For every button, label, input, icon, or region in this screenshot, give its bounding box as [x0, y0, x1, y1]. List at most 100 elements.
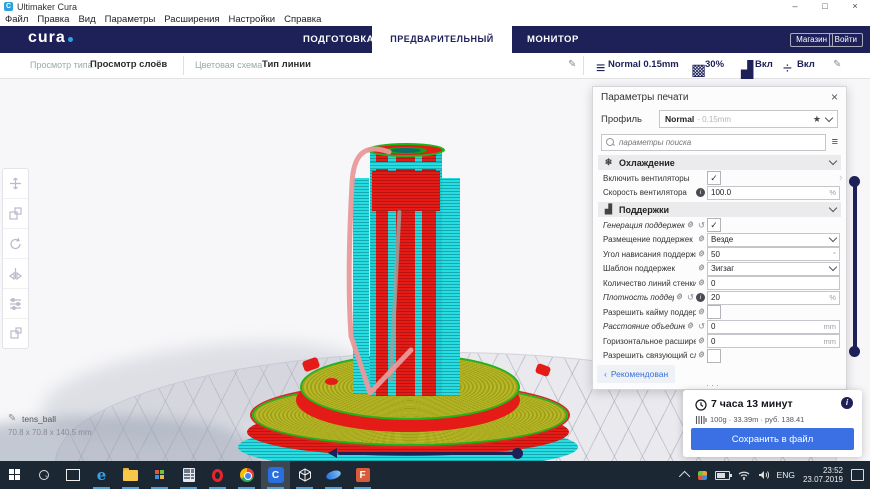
link-icon[interactable]	[685, 321, 696, 332]
layer-slider[interactable]	[853, 180, 857, 352]
menu-parameters[interactable]: Параметры	[105, 14, 156, 25]
section-support[interactable]: ▟ Поддержки	[598, 202, 841, 217]
start-button[interactable]	[0, 461, 29, 489]
value-input[interactable]: 20 %	[707, 290, 840, 305]
value-input[interactable]: 50 °	[707, 247, 840, 262]
info-icon[interactable]: i	[696, 188, 705, 198]
summary-adhesion[interactable]: Вкл	[797, 59, 815, 70]
taskbar-cura[interactable]: C	[261, 461, 290, 489]
view-type-select[interactable]: Просмотр слоёв	[90, 59, 167, 70]
taskbar-clock[interactable]: 23:52 23.07.2019	[803, 466, 843, 484]
taskbar-calculator[interactable]	[174, 461, 203, 489]
path-slider-handle[interactable]	[512, 448, 523, 459]
link-icon[interactable]	[696, 350, 707, 361]
summary-profile[interactable]: Normal 0.15mm	[608, 59, 679, 70]
profile-select[interactable]: Normal - 0.15mm ★	[659, 110, 838, 128]
checkbox-unchecked[interactable]	[707, 305, 721, 320]
tray-expand-chevron-icon[interactable]	[678, 470, 690, 483]
link-icon[interactable]	[696, 263, 707, 274]
view-type-collapse-icon[interactable]: ‹	[162, 59, 165, 70]
tab-monitor[interactable]: МОНИТОР	[527, 26, 579, 53]
recommended-mode-button[interactable]: ‹ Рекомендован	[597, 365, 676, 383]
undo-icon[interactable]: ↺	[685, 292, 696, 303]
value-input[interactable]: 0	[707, 276, 840, 291]
section-cooling[interactable]: ❄ Охлаждение	[598, 155, 841, 170]
panel-close-icon[interactable]: ×	[831, 90, 838, 104]
tool-per-model-settings-button[interactable]	[3, 289, 28, 319]
value-input[interactable]: 0 mm	[707, 319, 840, 334]
search-input[interactable]	[617, 136, 821, 148]
tool-support-blocker-button[interactable]	[3, 319, 28, 348]
task-view-button[interactable]	[58, 461, 87, 489]
tray-app-icon[interactable]	[697, 470, 707, 480]
battery-icon[interactable]	[714, 470, 732, 480]
star-icon[interactable]: ★	[813, 114, 821, 125]
taskbar-edge[interactable]: e	[87, 461, 116, 489]
checkbox-unchecked[interactable]	[707, 348, 721, 363]
menu-edit[interactable]: Правка	[37, 14, 69, 25]
panel-resize-dots-icon[interactable]: ···	[706, 380, 721, 390]
volume-icon[interactable]	[758, 470, 769, 480]
language-indicator[interactable]: ENG	[777, 470, 795, 480]
dropdown[interactable]: Везде	[707, 232, 840, 247]
taskbar-search-button[interactable]	[29, 461, 58, 489]
taskbar-file-explorer[interactable]	[116, 461, 145, 489]
tool-move-button[interactable]	[3, 169, 28, 199]
summary-infill[interactable]: 30%	[705, 59, 724, 70]
menu-extensions[interactable]: Расширения	[164, 14, 219, 25]
layer-slider-chevron-icon[interactable]: ›	[839, 172, 843, 184]
info-icon[interactable]: i	[841, 397, 853, 409]
settings-visibility-menu-icon[interactable]: ≡	[832, 136, 838, 148]
search-box[interactable]	[601, 133, 826, 151]
wifi-icon[interactable]	[738, 470, 750, 480]
menu-view[interactable]: Вид	[78, 14, 95, 25]
link-icon[interactable]	[696, 234, 707, 245]
taskbar-3d-viewer[interactable]	[290, 461, 319, 489]
taskbar-chrome[interactable]	[232, 461, 261, 489]
tab-prepare[interactable]: ПОДГОТОВКА	[303, 26, 374, 53]
tool-mirror-button[interactable]	[3, 259, 28, 289]
menu-preferences[interactable]: Настройки	[229, 14, 276, 25]
layer-slider-top-handle[interactable]	[849, 176, 860, 187]
value-input[interactable]: 100.0 %	[707, 185, 840, 200]
taskbar-paint3d[interactable]	[319, 461, 348, 489]
signin-button[interactable]: Войти	[828, 33, 863, 47]
tab-preview[interactable]: ПРЕДВАРИТЕЛЬНЫЙ ПРОСМОТР	[372, 26, 512, 71]
save-to-file-button[interactable]: Сохранить в файл	[691, 428, 854, 450]
undo-icon[interactable]: ↺	[696, 220, 707, 231]
link-icon[interactable]	[696, 278, 707, 289]
marketplace-button[interactable]: Магазин	[790, 33, 833, 47]
settings-edit-pencil-icon[interactable]: ✎	[833, 59, 841, 70]
action-center-icon[interactable]	[851, 469, 864, 481]
close-button[interactable]: ×	[840, 0, 870, 13]
menu-file[interactable]: Файл	[5, 14, 28, 25]
link-icon[interactable]	[674, 292, 685, 303]
tool-rotate-button[interactable]	[3, 229, 28, 259]
minimize-button[interactable]: –	[780, 0, 810, 13]
dropdown[interactable]: Зигзаг	[707, 261, 840, 276]
checkbox-checked[interactable]: ✓	[707, 218, 721, 233]
color-scheme-select[interactable]: Тип линии	[262, 59, 311, 70]
link-icon[interactable]	[685, 220, 696, 231]
layer-slider-bottom-handle[interactable]	[849, 346, 860, 357]
path-slider-start-icon[interactable]	[328, 448, 337, 458]
taskbar-opera[interactable]	[203, 461, 232, 489]
tool-scale-button[interactable]	[3, 199, 28, 229]
info-icon[interactable]: i	[696, 293, 705, 303]
setting-row-support-pattern: Шаблон поддержек Зигзаг	[593, 261, 846, 277]
checkbox-checked[interactable]: ✓	[707, 171, 721, 186]
menu-help[interactable]: Справка	[284, 14, 321, 25]
link-icon[interactable]	[696, 249, 707, 260]
rename-model-pencil-icon[interactable]: ✎	[8, 413, 16, 424]
taskbar-f-app[interactable]: F	[348, 461, 377, 489]
taskbar-store[interactable]	[145, 461, 174, 489]
path-slider[interactable]	[338, 452, 518, 455]
value-input[interactable]: 0 mm	[707, 334, 840, 349]
link-icon[interactable]	[696, 307, 707, 318]
summary-support[interactable]: Вкл	[755, 59, 773, 70]
maximize-button[interactable]: □	[810, 0, 840, 13]
view-edit-pencil-icon[interactable]: ✎	[568, 59, 576, 70]
undo-icon[interactable]: ↺	[696, 321, 707, 332]
link-icon[interactable]	[696, 336, 707, 347]
setting-label: Количество линий стенки поддержки	[603, 278, 696, 288]
